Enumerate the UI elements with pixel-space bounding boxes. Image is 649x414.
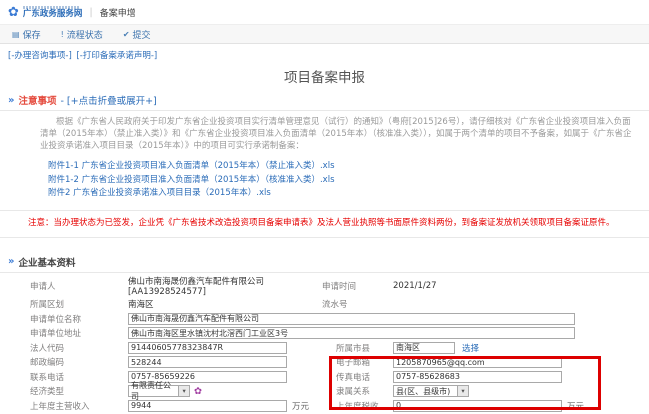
fax-input[interactable] bbox=[393, 370, 562, 383]
row-legal-code-city: 法人代码 所属市县 选择 bbox=[0, 341, 649, 355]
apply-time-label: 申请时间 bbox=[322, 281, 357, 292]
status-icon: ! bbox=[60, 29, 64, 39]
quick-links-row: [-办理咨询事项-] [-打印备案承诺声明-] bbox=[0, 44, 649, 63]
affiliation-select[interactable]: 县(区、县级市) ▾ bbox=[393, 385, 469, 398]
chevron-down-icon: ▾ bbox=[457, 386, 468, 397]
red-warning-note: 注意：当办理状态为已签发，企业凭《广东省技术改造投资项目备案申请表》及法人营业执… bbox=[28, 217, 615, 228]
income-label: 上年度主营收入 bbox=[30, 401, 90, 412]
row-unit-name: 申请单位名称 bbox=[0, 312, 649, 326]
save-icon: ▤ bbox=[12, 29, 20, 39]
help-flower-icon[interactable]: ✿ bbox=[194, 386, 202, 397]
tax-unit: 万元 bbox=[567, 401, 585, 412]
status-button-label: 流程状态 bbox=[66, 30, 103, 41]
company-section-header: » 企业基本资料 bbox=[0, 252, 649, 273]
row-applicant: 申请人 佛山市南海晟仞鑫汽车配件有限公司[AA13928524577] 申请时间… bbox=[0, 275, 649, 297]
logo-text: 广东政务服务网 bbox=[22, 8, 83, 19]
postal-input[interactable] bbox=[128, 356, 287, 369]
attachment-link-3[interactable]: 附件2 广东省企业投资承诺准入项目目录（2015年本）.xls bbox=[48, 187, 649, 201]
email-label: 电子邮箱 bbox=[336, 358, 371, 369]
applicant-label: 申请人 bbox=[30, 281, 56, 292]
toolbar: ▤ 保存 ! 流程状态 ✔ 提交 bbox=[0, 24, 649, 44]
attachment-link-1[interactable]: 附件1-1 广东省企业投资项目准入负面清单（2015年本）（禁止准入类）.xls bbox=[48, 160, 649, 174]
email-input[interactable] bbox=[393, 356, 562, 369]
notice-collapse-toggle[interactable]: - [+点击折叠或展开+] bbox=[60, 93, 156, 107]
legal-code-label: 法人代码 bbox=[30, 343, 65, 354]
section-arrow-icon: » bbox=[8, 256, 15, 267]
row-unit-addr: 申请单位地址 bbox=[0, 327, 649, 341]
check-icon: ✔ bbox=[122, 29, 130, 39]
tax-label: 上年度税收 bbox=[336, 401, 379, 412]
section-arrow-icon: » bbox=[8, 94, 15, 106]
company-section-title: 企业基本资料 bbox=[18, 257, 76, 269]
unit-name-input[interactable] bbox=[128, 312, 575, 325]
divider bbox=[0, 209, 649, 211]
applicant-value: 佛山市南海晟仞鑫汽车配件有限公司[AA13928524577] bbox=[128, 276, 265, 297]
legal-code-input[interactable] bbox=[128, 341, 287, 354]
affiliation-value: 县(区、县级市) bbox=[396, 386, 451, 396]
submit-button-label: 提交 bbox=[132, 30, 151, 41]
row-postal-email: 邮政编码 电子邮箱 bbox=[0, 356, 649, 370]
city-input[interactable] bbox=[393, 341, 455, 354]
economic-type-label: 经济类型 bbox=[30, 387, 65, 398]
process-status-button[interactable]: ! 流程状态 bbox=[61, 28, 103, 41]
notice-paragraph: 根据《广东省人民政府关于印发广东省企业投资项目实行清单管理意见（试行）的通知》（… bbox=[40, 117, 632, 151]
postal-label: 邮政编码 bbox=[30, 358, 65, 369]
print-commitment-link[interactable]: [-打印备案承诺声明-] bbox=[76, 51, 157, 61]
city-select-link[interactable]: 选择 bbox=[462, 342, 479, 354]
attachment-list: 附件1-1 广东省企业投资项目准入负面清单（2015年本）（禁止准入类）.xls… bbox=[0, 154, 649, 203]
company-form: 申请人 佛山市南海晟仞鑫汽车配件有限公司[AA13928524577] 申请时间… bbox=[0, 275, 649, 413]
phone-label: 联系电话 bbox=[30, 372, 65, 383]
economic-type-select[interactable]: 有限责任公司 ▾ bbox=[128, 381, 190, 401]
income-unit: 万元 bbox=[292, 401, 310, 412]
row-income-tax: 上年度主营收入 万元 上年度税收 万元 bbox=[0, 399, 649, 413]
affiliation-label: 隶属关系 bbox=[336, 387, 371, 398]
save-button[interactable]: ▤ 保存 bbox=[12, 28, 41, 41]
notice-section-title: 注意事项 bbox=[18, 96, 57, 107]
row-district: 所属区划 南海区 流水号 bbox=[0, 298, 649, 312]
unit-name-label: 申请单位名称 bbox=[30, 314, 82, 325]
row-econ-affil: 经济类型 有限责任公司 ▾ ✿ 隶属关系 县(区、县级市) ▾ bbox=[0, 381, 649, 401]
divider bbox=[0, 236, 649, 238]
page-title: 项目备案申报 bbox=[284, 70, 365, 86]
attachment-link-2[interactable]: 附件1-2 广东省企业投资项目准入负面清单（2015年本）（核准准入类）.xls bbox=[48, 174, 649, 188]
income-input[interactable] bbox=[128, 399, 287, 412]
row-phone-fax: 联系电话 传真电话 bbox=[0, 370, 649, 384]
submit-button[interactable]: ✔ 提交 bbox=[123, 28, 151, 41]
notice-section-header: » 注意事项 - [+点击折叠或展开+] bbox=[0, 90, 649, 111]
gov-logo-icon: ✿ bbox=[8, 4, 19, 20]
chevron-down-icon: ▾ bbox=[178, 386, 189, 397]
city-label: 所属市县 bbox=[336, 343, 371, 354]
app-title: 备案申增 bbox=[99, 8, 136, 19]
unit-addr-input[interactable] bbox=[128, 327, 575, 340]
fax-label: 传真电话 bbox=[336, 372, 371, 383]
district-label: 所属区划 bbox=[30, 300, 65, 311]
save-button-label: 保存 bbox=[22, 30, 41, 41]
apply-time-value: 2021/1/27 bbox=[393, 280, 437, 291]
tax-input[interactable] bbox=[393, 399, 562, 412]
header-divider: | bbox=[89, 6, 93, 18]
district-value: 南海区 bbox=[128, 300, 154, 311]
top-header: ✿ 广东政务服务网 | 备案申增 bbox=[0, 0, 649, 24]
serial-label: 流水号 bbox=[322, 300, 348, 311]
consult-matters-link[interactable]: [-办理咨询事项-] bbox=[8, 51, 72, 61]
unit-addr-label: 申请单位地址 bbox=[30, 329, 82, 340]
